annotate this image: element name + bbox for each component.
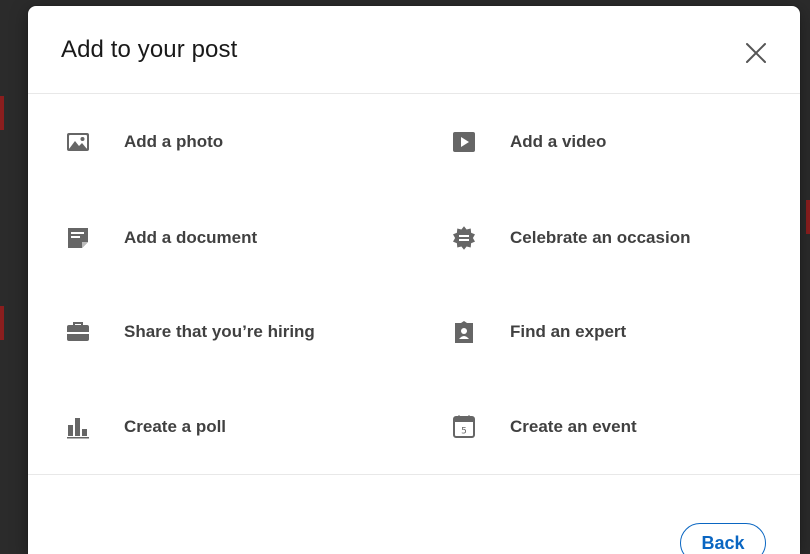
dialog-header: Add to your post	[28, 6, 800, 94]
add-photo-label: Add a photo	[124, 132, 224, 151]
background-edge	[806, 200, 810, 234]
dialog-title: Add to your post	[61, 36, 238, 63]
photo-icon	[66, 130, 90, 154]
close-icon	[746, 43, 766, 63]
calendar-icon: 5	[452, 415, 476, 439]
document-icon	[66, 226, 90, 250]
create-event-option[interactable]: 5 Create an event	[452, 399, 637, 455]
back-button[interactable]: Back	[680, 523, 766, 554]
create-poll-label: Create a poll	[124, 417, 227, 436]
calendar-day-number: 5	[461, 427, 467, 437]
expert-badge-icon	[452, 320, 476, 344]
celebrate-occasion-option[interactable]: Celebrate an occasion	[452, 210, 690, 266]
close-button[interactable]	[742, 39, 770, 67]
poll-icon	[66, 415, 90, 439]
add-video-label: Add a video	[510, 132, 607, 151]
find-expert-label: Find an expert	[510, 322, 627, 341]
options-grid: Add a photo Add a video Add a document C…	[28, 94, 800, 474]
add-video-option[interactable]: Add a video	[452, 114, 606, 170]
add-to-post-dialog: Add to your post Add a photo Add a video…	[28, 6, 800, 554]
briefcase-icon	[66, 320, 90, 344]
celebrate-icon	[452, 226, 476, 250]
create-event-label: Create an event	[510, 417, 637, 436]
add-document-label: Add a document	[124, 228, 258, 247]
share-hiring-option[interactable]: Share that you’re hiring	[66, 304, 315, 360]
add-photo-option[interactable]: Add a photo	[66, 114, 223, 170]
dialog-footer: Back	[28, 474, 800, 554]
add-document-option[interactable]: Add a document	[66, 210, 257, 266]
create-poll-option[interactable]: Create a poll	[66, 399, 226, 455]
share-hiring-label: Share that you’re hiring	[124, 322, 315, 341]
celebrate-occasion-label: Celebrate an occasion	[510, 228, 691, 247]
video-icon	[452, 130, 476, 154]
background-edge	[0, 96, 4, 130]
find-expert-option[interactable]: Find an expert	[452, 304, 626, 360]
background-edge	[0, 306, 4, 340]
